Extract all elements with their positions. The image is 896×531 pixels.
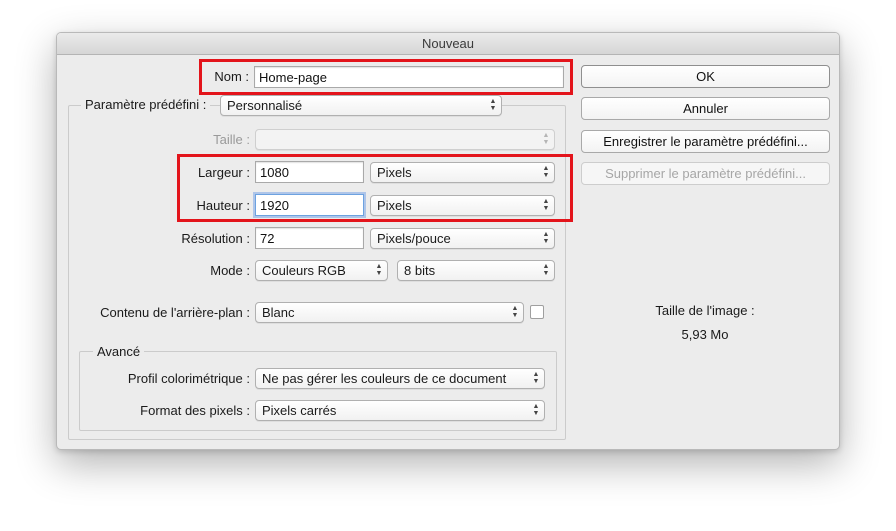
background-color-swatch[interactable] [530,305,544,319]
image-size-value: 5,93 Mo [681,327,729,342]
size-select: ▲ ▼ [255,129,555,150]
preset-select[interactable]: Personnalisé ▲ ▼ [220,95,502,116]
size-label: Taille : [213,132,250,147]
background-value: Blanc [262,305,295,320]
name-highlight-box [199,59,573,95]
updown-arrows-icon: ▲ ▼ [375,263,383,277]
updown-arrows-icon: ▲ ▼ [532,371,540,385]
background-select[interactable]: Blanc ▲ ▼ [255,302,524,323]
preset-label: Paramètre prédéfini : [81,97,211,113]
updown-arrows-icon: ▲ ▼ [542,263,550,277]
resolution-label: Résolution : [181,231,250,246]
resolution-unit-select[interactable]: Pixels/pouce ▲ ▼ [370,228,555,249]
bit-depth-select[interactable]: 8 bits ▲ ▼ [397,260,555,281]
mode-label: Mode : [210,263,250,278]
color-profile-value: Ne pas gérer les couleurs de ce document [262,371,507,386]
updown-arrows-icon: ▲ ▼ [511,305,519,319]
pixel-format-select[interactable]: Pixels carrés ▲ ▼ [255,400,545,421]
advanced-title: Avancé [93,344,145,360]
image-size-label: Taille de l'image : [655,303,755,318]
preset-value: Personnalisé [227,98,303,113]
updown-arrows-icon: ▲ ▼ [532,403,540,417]
resolution-unit-value: Pixels/pouce [377,231,451,246]
resolution-input[interactable] [255,227,364,249]
save-preset-button[interactable]: Enregistrer le paramètre prédéfini... [581,130,830,153]
pixel-format-label: Format des pixels : [140,403,250,418]
color-profile-label: Profil colorimétrique : [127,371,250,386]
pixel-format-value: Pixels carrés [262,403,337,418]
color-profile-select[interactable]: Ne pas gérer les couleurs de ce document… [255,368,545,389]
dimensions-highlight-box [177,154,573,222]
bit-depth-value: 8 bits [404,263,436,278]
delete-preset-button: Supprimer le paramètre prédéfini... [581,162,830,185]
dialog-title: Nouveau [57,33,839,55]
updown-arrows-icon: ▲ ▼ [489,98,497,112]
color-mode-value: Couleurs RGB [262,263,346,278]
updown-arrows-icon: ▲ ▼ [542,231,550,245]
cancel-button[interactable]: Annuler [581,97,830,120]
color-mode-select[interactable]: Couleurs RGB ▲ ▼ [255,260,388,281]
updown-arrows-icon: ▲ ▼ [542,132,550,146]
ok-button[interactable]: OK [581,65,830,88]
background-label: Contenu de l'arrière-plan : [100,305,250,320]
new-document-dialog: Nouveau Nom : Paramètre prédéfini : Pers… [56,32,840,450]
